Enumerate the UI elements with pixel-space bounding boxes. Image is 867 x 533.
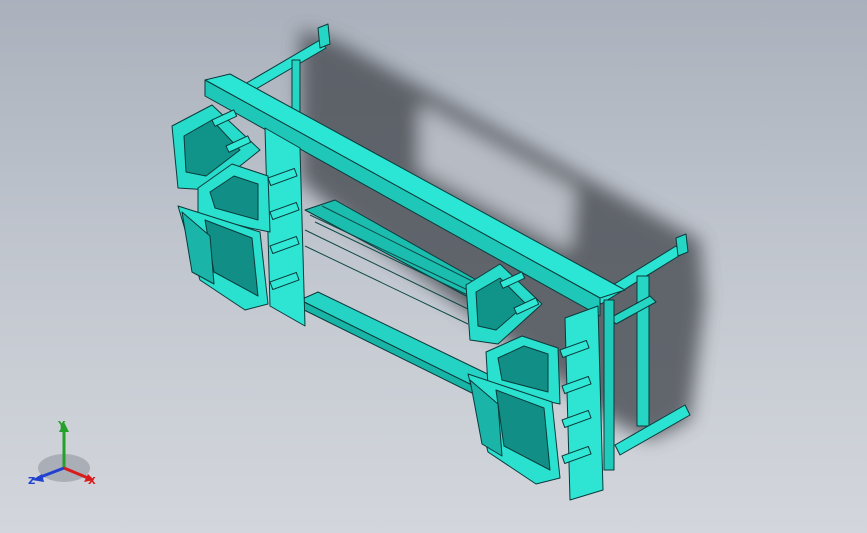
triad-y-label: Y [58,420,66,431]
graphics-viewport[interactable]: X Y Z [0,0,867,533]
lower-rail-side [299,299,483,399]
back-right-post-2 [603,299,615,471]
bracket-tab-right [675,233,689,257]
left-plate [264,127,306,327]
bracket-tab-top [317,23,331,49]
triad-z-label: Z [28,476,36,487]
cad-model-view[interactable] [0,0,867,533]
right-plate [564,305,604,501]
triad-x-label: X [88,476,96,487]
